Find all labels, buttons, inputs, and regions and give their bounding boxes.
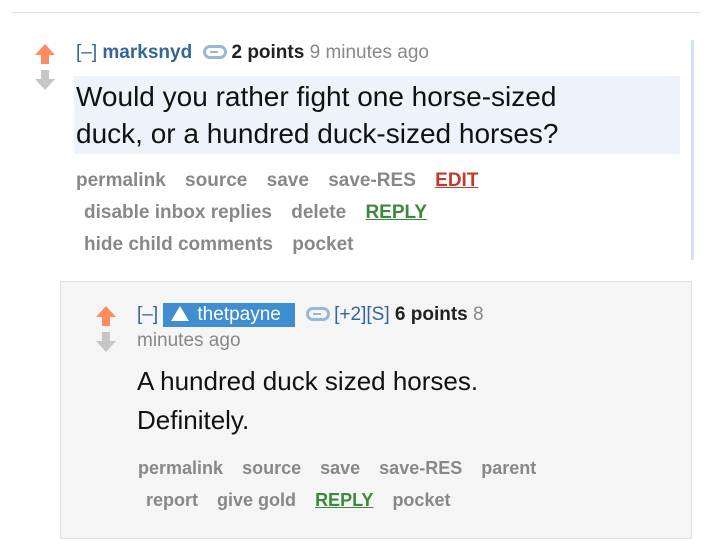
author-link[interactable]: marksnyd <box>102 42 192 63</box>
vote-controls <box>91 306 121 352</box>
vote-controls <box>30 44 60 90</box>
save-res-button[interactable]: save-RES <box>379 458 462 478</box>
permalink-button[interactable]: permalink <box>138 458 223 478</box>
save-res-button[interactable]: save-RES <box>328 170 416 191</box>
comment-body-line: Definitely. <box>137 405 250 435</box>
delete-button[interactable]: delete <box>291 202 346 223</box>
comment-thetpayne: [–] thetpayne [+2][S] 6 points 8 minutes… <box>60 281 692 539</box>
disable-inbox-replies-button[interactable]: disable inbox replies <box>84 202 272 223</box>
reply-button[interactable]: REPLY <box>365 202 427 223</box>
comment-score: 2 points <box>231 42 305 63</box>
save-button[interactable]: save <box>320 458 360 478</box>
comment-time: 9 minutes ago <box>309 42 429 63</box>
comment-body: A hundred duck sized horses. Definitely. <box>137 362 478 440</box>
comment-buttons: permalink source save save-RES EDIT disa… <box>76 165 492 261</box>
user-tag-icon[interactable] <box>203 45 228 59</box>
comment-buttons: permalink source save save-RES parent re… <box>138 452 550 516</box>
hide-child-comments-button[interactable]: hide child comments <box>84 234 273 255</box>
comment-marksnyd: [–] marksnyd 2 points 9 minutes ago Woul… <box>18 36 694 260</box>
downvote-arrow-icon[interactable] <box>91 332 121 352</box>
parent-button[interactable]: parent <box>481 458 536 478</box>
comment-body: Would you rather fight one horse-sized d… <box>74 76 680 154</box>
upvote-arrow-icon[interactable] <box>91 306 121 326</box>
permalink-button[interactable]: permalink <box>76 170 166 191</box>
source-button[interactable]: source <box>185 170 247 191</box>
downvote-arrow-icon[interactable] <box>30 70 60 90</box>
upvote-arrow-icon[interactable] <box>30 44 60 64</box>
comment-time: 8 <box>473 304 484 325</box>
comment-body-line: Would you rather fight one horse-sized <box>76 81 557 112</box>
author-moderator-badge[interactable]: thetpayne <box>163 303 295 327</box>
comment-thread-bar <box>691 40 694 260</box>
author-link[interactable]: thetpayne <box>197 304 280 325</box>
comment-tagline: [–] marksnyd 2 points 9 minutes ago <box>76 42 429 64</box>
save-button[interactable]: save <box>267 170 309 191</box>
vote-info: [+2][S] <box>334 304 390 325</box>
reply-button[interactable]: REPLY <box>315 490 373 510</box>
pocket-button[interactable]: pocket <box>292 234 353 255</box>
top-divider <box>12 12 700 13</box>
comment-body-line: duck, or a hundred duck-sized horses? <box>76 118 559 149</box>
report-button[interactable]: report <box>146 490 198 510</box>
user-tag-icon[interactable] <box>306 307 331 321</box>
comment-tagline: [–] thetpayne [+2][S] 6 points 8 minutes… <box>137 302 484 354</box>
edit-button[interactable]: EDIT <box>435 170 478 191</box>
comment-time-continued: minutes ago <box>137 330 241 351</box>
collapse-toggle[interactable]: [–] <box>137 304 158 325</box>
pocket-button[interactable]: pocket <box>392 490 450 510</box>
collapse-toggle[interactable]: [–] <box>76 42 97 63</box>
give-gold-button[interactable]: give gold <box>217 490 296 510</box>
comment-body-line: A hundred duck sized horses. <box>137 366 479 396</box>
comment-score: 6 points <box>394 304 468 325</box>
moderator-icon <box>171 306 190 321</box>
source-button[interactable]: source <box>242 458 301 478</box>
